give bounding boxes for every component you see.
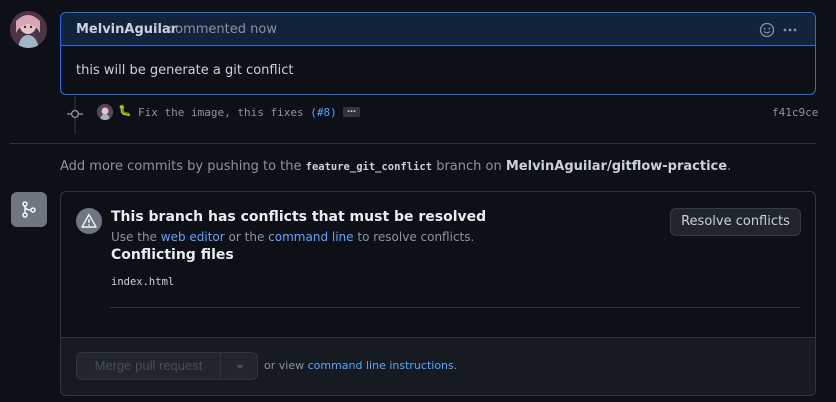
conflict-sub-prefix: Use the [111, 230, 157, 244]
comment-author[interactable]: MelvinAguilar [76, 22, 177, 37]
comment-box: MelvinAguilar commented now this will be… [60, 12, 816, 95]
merge-note-suffix: . [453, 359, 458, 372]
commit-message-text[interactable]: Fix the image, this fixes [138, 106, 304, 119]
commit-icon [67, 106, 83, 122]
merge-note: or view command line instructions. [264, 359, 457, 372]
conflicting-file: index.html [111, 276, 175, 288]
push-note-suffix: . [727, 159, 732, 174]
commit-author-avatar[interactable] [97, 104, 113, 120]
branch-name: feature_git_conflict [305, 161, 433, 173]
comment-action: commented now [168, 22, 277, 37]
web-editor-link[interactable]: web editor [161, 230, 225, 244]
comment-header: MelvinAguilar commented now [61, 13, 815, 46]
command-line-instructions-link[interactable]: command line instructions [308, 359, 454, 372]
git-merge-icon [11, 192, 47, 227]
conflict-title: This branch has conflicts that must be r… [111, 209, 487, 225]
comment-body: this will be generate a git conflict [76, 63, 294, 78]
commit-expand-button[interactable]: … [343, 106, 360, 117]
merge-pull-request-button[interactable]: Merge pull request [76, 352, 221, 380]
conflict-sub-suffix: to resolve conflicts. [357, 230, 475, 244]
chevron-down-icon [236, 365, 244, 369]
merge-options-dropdown[interactable] [220, 352, 258, 380]
repo-name: MelvinAguilar/gitflow-practice [505, 159, 728, 174]
conflict-sub-or: or the [228, 230, 265, 244]
commit-sha[interactable]: f41c9ce [772, 106, 818, 119]
command-line-link[interactable]: command line [268, 230, 353, 244]
bug-emoji-icon: 🐛 [118, 104, 132, 117]
push-note: Add more commits by pushing to the featu… [60, 159, 731, 174]
issue-link[interactable]: (#8) [310, 106, 337, 119]
conflict-subtitle: Use the web editor or the command line t… [111, 230, 474, 244]
merge-note-prefix: or view [264, 359, 305, 372]
push-note-middle: branch on [436, 159, 502, 174]
avatar[interactable] [10, 11, 47, 48]
alert-icon [76, 208, 102, 234]
files-divider [110, 307, 800, 308]
push-note-prefix: Add more commits by pushing to the [60, 159, 302, 174]
kebab-menu-icon[interactable] [782, 22, 798, 38]
commit-message[interactable]: Fix the image, this fixes (#8) [138, 106, 337, 119]
section-divider [10, 143, 816, 144]
conflicting-files-title: Conflicting files [111, 247, 234, 263]
resolve-conflicts-button[interactable]: Resolve conflicts [670, 208, 801, 236]
smiley-icon[interactable] [759, 22, 775, 38]
